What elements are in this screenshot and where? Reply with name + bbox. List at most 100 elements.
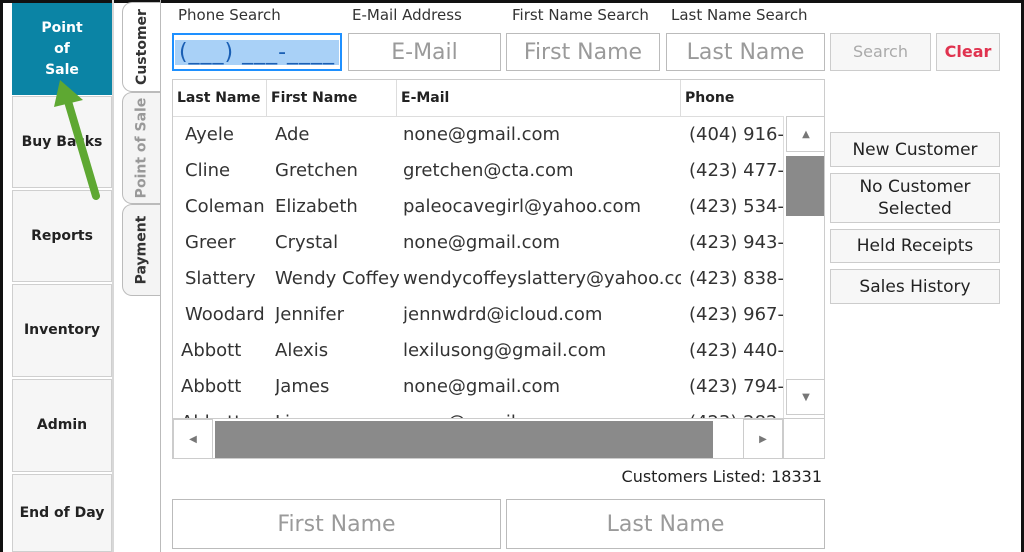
nav-end-of-day-label: End of Day — [19, 504, 105, 521]
table-row[interactable]: Coleman Elizabeth paleocavegirl@yahoo.com (… — [173, 188, 783, 224]
cell-phone: (423) 943-3 — [689, 231, 783, 253]
table-row[interactable]: Woodard Jennifer jennwdrd@icloud.com (423) … — [173, 296, 783, 332]
tab-content-border — [160, 0, 161, 552]
cell-phone: (423) 440-9 — [689, 339, 783, 361]
sales-history-button[interactable]: Sales History — [830, 269, 1000, 304]
cell-last: Coleman — [185, 195, 265, 217]
nav-inventory[interactable]: Inventory — [12, 284, 112, 377]
cell-phone: (423) 477-8 — [689, 159, 783, 181]
cell-email: wendycoffeyslattery@yahoo.com — [403, 267, 681, 289]
no-customer-selected-label: No Customer Selected — [859, 176, 970, 220]
bottom-last-name-placeholder: Last Name — [606, 511, 725, 537]
cell-email: jennwdrd@icloud.com — [403, 303, 603, 325]
bottom-last-name-input[interactable]: Last Name — [506, 499, 825, 549]
header-email-label: E-Mail — [401, 90, 450, 106]
vertical-scroll-thumb[interactable] — [786, 156, 824, 216]
scroll-down-icon[interactable]: ▼ — [786, 379, 824, 415]
tab-point-of-sale-label: Point of Sale — [133, 97, 150, 199]
nav-admin-label: Admin — [36, 417, 88, 433]
sales-history-label: Sales History — [859, 276, 971, 297]
first-name-placeholder: First Name — [523, 39, 643, 65]
nav-point-of-sale-label: Point of Sale — [41, 18, 82, 81]
cell-last: Woodard — [185, 303, 265, 325]
phone-search-input[interactable]: (___) ___-____ — [172, 33, 342, 71]
cell-first: James — [275, 375, 330, 397]
no-customer-selected-button[interactable]: No Customer Selected — [830, 173, 1000, 223]
table-row[interactable]: Abbott James none@gmail.com (423) 794-0 — [173, 368, 783, 404]
first-name-search-input[interactable]: First Name — [506, 33, 660, 71]
cell-first: Crystal — [275, 231, 339, 253]
first-name-search-label: First Name Search — [512, 6, 649, 24]
no-customer-line2: Selected — [878, 199, 952, 219]
table-row[interactable]: Slattery Wendy Coffey wendycoffeyslattery@… — [173, 260, 783, 296]
table-row[interactable]: Cline Gretchen gretchen@cta.com (423) 477-8 — [173, 152, 783, 188]
nav-reports-label: Reports — [31, 227, 93, 244]
nav-pos-line3: Sale — [45, 61, 79, 78]
table-row[interactable]: Greer Crystal none@gmail.com (423) 943-3 — [173, 224, 783, 260]
nav-pos-line2: of — [54, 40, 70, 57]
cell-first: Wendy Coffey — [275, 267, 399, 289]
cell-email: none@gmail.com — [403, 123, 561, 145]
held-receipts-button[interactable]: Held Receipts — [830, 229, 1000, 263]
cell-last: Ayele — [185, 123, 234, 145]
bottom-first-name-input[interactable]: First Name — [172, 499, 501, 549]
horizontal-scroll-thumb[interactable] — [215, 421, 713, 458]
tab-customer[interactable]: Customer — [122, 2, 160, 92]
cell-last: Abbott — [181, 375, 242, 397]
cell-first: Ade — [275, 123, 310, 145]
scroll-up-icon[interactable]: ▲ — [786, 116, 824, 152]
tab-payment-label: Payment — [133, 215, 150, 285]
scroll-left-icon[interactable]: ◀ — [173, 419, 213, 458]
nav-pos-line1: Point — [41, 19, 83, 36]
held-receipts-label: Held Receipts — [856, 236, 974, 256]
cell-last: Slattery — [185, 267, 256, 289]
cell-first: Alexis — [275, 339, 329, 361]
last-name-placeholder: Last Name — [686, 39, 805, 65]
cell-email: none@gmail.com — [403, 375, 561, 397]
cell-email: none@gmail.com — [403, 231, 561, 253]
cell-phone: (404) 916-66 — [689, 123, 783, 145]
new-customer-label: New Customer — [852, 139, 978, 160]
email-placeholder: E-Mail — [391, 39, 458, 65]
tab-customer-label: Customer — [133, 9, 150, 85]
header-last-name-label: Last Name — [177, 90, 261, 106]
tab-payment[interactable]: Payment — [122, 204, 160, 296]
bottom-first-name-placeholder: First Name — [277, 511, 396, 537]
horizontal-scrollbar[interactable]: ◀ ▶ — [173, 418, 783, 458]
no-customer-line1: No Customer — [859, 177, 971, 197]
cell-first: Elizabeth — [275, 195, 358, 217]
header-phone-label: Phone — [685, 90, 735, 106]
clear-button[interactable]: Clear — [936, 33, 1000, 71]
cell-last: Abbott — [181, 339, 242, 361]
cell-phone: (423) 967-6 — [689, 303, 783, 325]
cell-first: Gretchen — [275, 159, 358, 181]
nav-inventory-label: Inventory — [23, 322, 101, 338]
cell-last: Greer — [185, 231, 236, 253]
email-search-label: E-Mail Address — [352, 6, 462, 24]
header-last-name[interactable]: Last Name — [173, 80, 267, 116]
header-email[interactable]: E-Mail — [397, 80, 681, 116]
tab-point-of-sale[interactable]: Point of Sale — [122, 92, 160, 204]
header-phone[interactable]: Phone — [681, 80, 824, 116]
nav-admin[interactable]: Admin — [12, 379, 112, 472]
phone-mask-selection: (___) ___-____ — [174, 39, 340, 65]
cell-phone: (423) 794-0 — [689, 375, 783, 397]
new-customer-button[interactable]: New Customer — [830, 132, 1000, 167]
customer-grid: Last Name First Name E-Mail Phone Ayele A… — [172, 79, 825, 459]
email-search-input[interactable]: E-Mail — [348, 33, 501, 71]
last-name-search-input[interactable]: Last Name — [666, 33, 825, 71]
scroll-right-icon[interactable]: ▶ — [743, 419, 783, 458]
search-button[interactable]: Search — [830, 33, 931, 71]
phone-search-label: Phone Search — [178, 6, 281, 24]
cell-email: paleocavegirl@yahoo.com — [403, 195, 641, 217]
table-row[interactable]: Abbott Alexis lexilusong@gmail.com (423) 44… — [173, 332, 783, 368]
table-row[interactable]: Ayele Ade none@gmail.com (404) 916-66 — [173, 116, 783, 152]
nav-divider — [112, 0, 114, 552]
annotation-arrow-icon — [54, 80, 100, 200]
cell-email: lexilusong@gmail.com — [403, 339, 607, 361]
header-first-name[interactable]: First Name — [267, 80, 397, 116]
nav-end-of-day[interactable]: End of Day — [12, 474, 112, 552]
vertical-scrollbar[interactable]: ▲ ▼ — [783, 116, 824, 418]
search-button-label: Search — [853, 42, 908, 61]
cell-phone: (423) 534-9 — [689, 195, 783, 217]
